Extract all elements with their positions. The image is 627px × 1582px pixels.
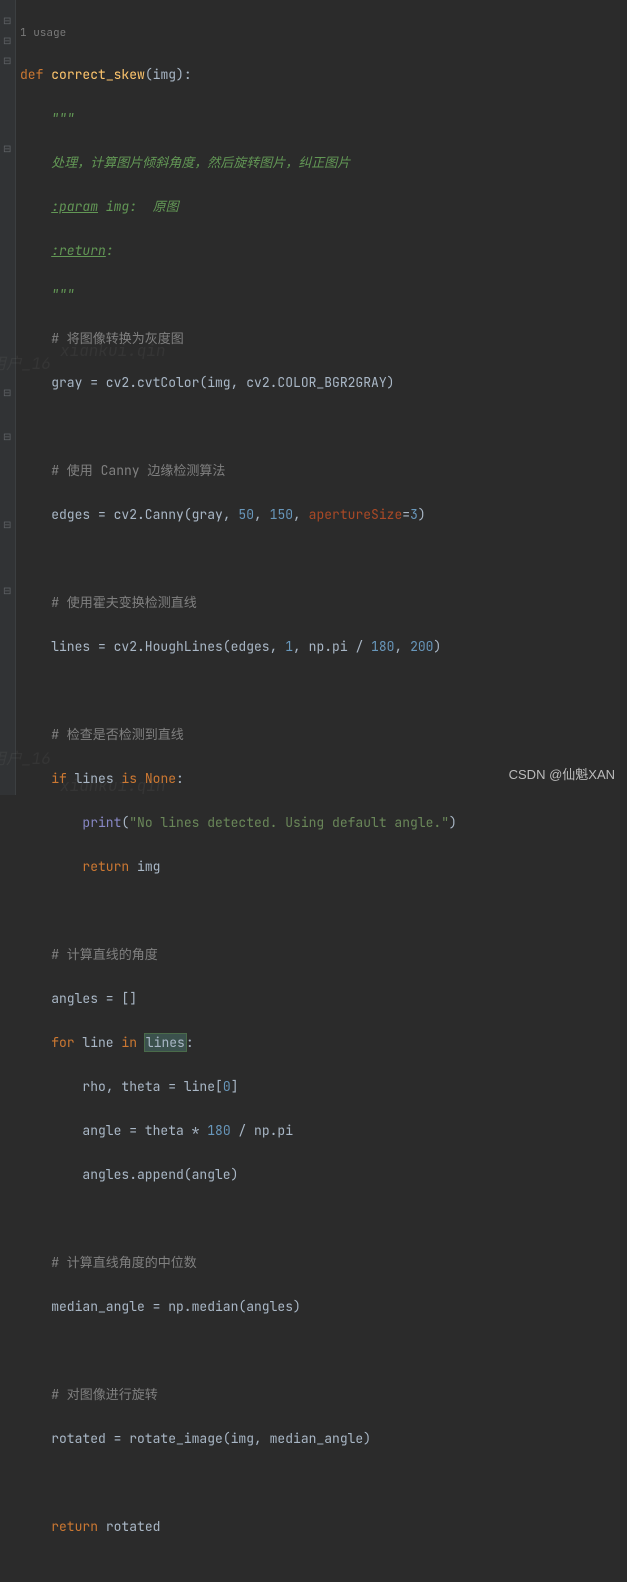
code-area[interactable]: 1 usage def correct_skew(img): """ 处理，计算…	[16, 0, 627, 795]
docstring-close: """	[51, 286, 74, 303]
fold-icon[interactable]: ⊟	[3, 16, 13, 26]
fold-icon[interactable]: ⊟	[3, 388, 13, 398]
comment: # 计算直线的角度	[51, 946, 158, 963]
docstring-line: 处理，计算图片倾斜角度，然后旋转图片，纠正图片	[51, 154, 350, 171]
keyword-def: def	[20, 66, 43, 83]
comment: # 将图像转换为灰度图	[51, 330, 184, 347]
fold-icon[interactable]: ⊟	[3, 144, 13, 154]
comment: # 使用 Canny 边缘检测算法	[51, 462, 225, 479]
gutter: ⊟ ⊟ ⊟ ⊟ ⊟ ⊟ ⊟ ⊟	[0, 0, 16, 795]
fold-icon[interactable]: ⊟	[3, 520, 13, 530]
fold-icon[interactable]: ⊟	[3, 432, 13, 442]
function-name: correct_skew	[51, 66, 145, 83]
docstring-open: """	[51, 110, 74, 127]
comment: # 检查是否检测到直线	[51, 726, 184, 743]
comment: # 使用霍夫变换检测直线	[51, 594, 197, 611]
param: img	[153, 66, 176, 83]
comment: # 对图像进行旋转	[51, 1386, 158, 1403]
doc-return-tag: :return	[51, 242, 106, 259]
usage-hint[interactable]: 1 usage	[20, 24, 627, 42]
fold-icon[interactable]: ⊟	[3, 56, 13, 66]
credit-text: CSDN @仙魁XAN	[509, 764, 615, 783]
fold-icon[interactable]: ⊟	[3, 586, 13, 596]
code-editor: ⊟ ⊟ ⊟ ⊟ ⊟ ⊟ ⊟ ⊟ 1 usage def correct_skew…	[0, 0, 627, 795]
comment: # 计算直线角度的中位数	[51, 1254, 197, 1271]
doc-param-tag: :param	[51, 198, 98, 215]
highlighted-var: lines	[144, 1033, 187, 1052]
fold-icon[interactable]: ⊟	[3, 36, 13, 46]
